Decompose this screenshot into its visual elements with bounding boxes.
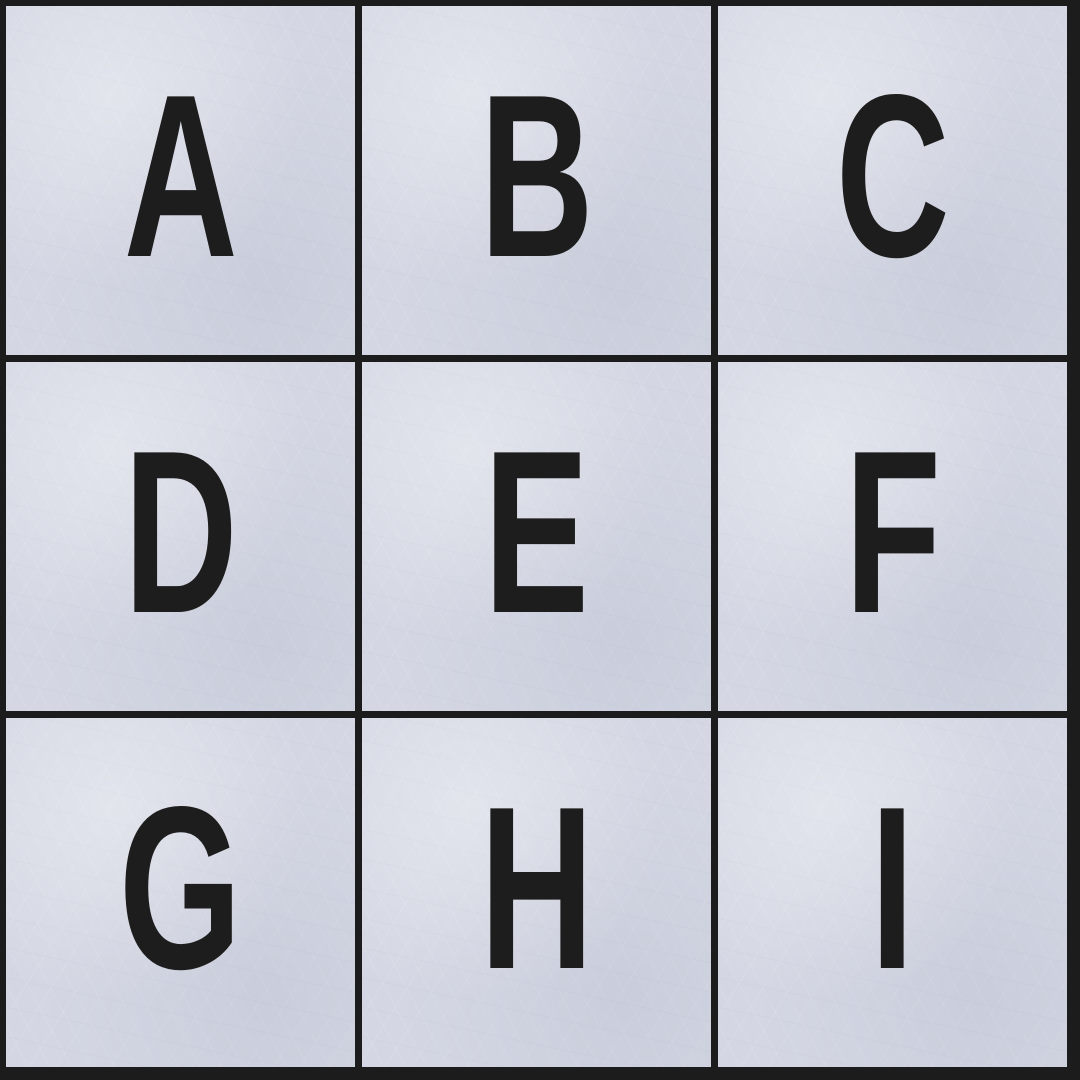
tile-letter: G xyxy=(119,758,242,1018)
tile-letter: H xyxy=(479,758,594,1018)
tile-letter: E xyxy=(483,402,590,662)
tile-c[interactable]: C xyxy=(718,6,1067,355)
tile-b[interactable]: B xyxy=(362,6,711,355)
tile-a[interactable]: A xyxy=(6,6,355,355)
letter-grid: A B C D E F G H I xyxy=(0,0,1080,1080)
tile-i[interactable]: I xyxy=(718,718,1067,1067)
tile-letter: C xyxy=(835,46,950,306)
tile-letter: B xyxy=(479,46,594,306)
tile-h[interactable]: H xyxy=(362,718,711,1067)
tile-e[interactable]: E xyxy=(362,362,711,711)
tile-letter: F xyxy=(844,402,941,662)
tile-letter: A xyxy=(123,46,238,306)
tile-d[interactable]: D xyxy=(6,362,355,711)
tile-g[interactable]: G xyxy=(6,718,355,1067)
tile-letter: I xyxy=(870,758,915,1018)
tile-letter: D xyxy=(123,402,238,662)
tile-f[interactable]: F xyxy=(718,362,1067,711)
